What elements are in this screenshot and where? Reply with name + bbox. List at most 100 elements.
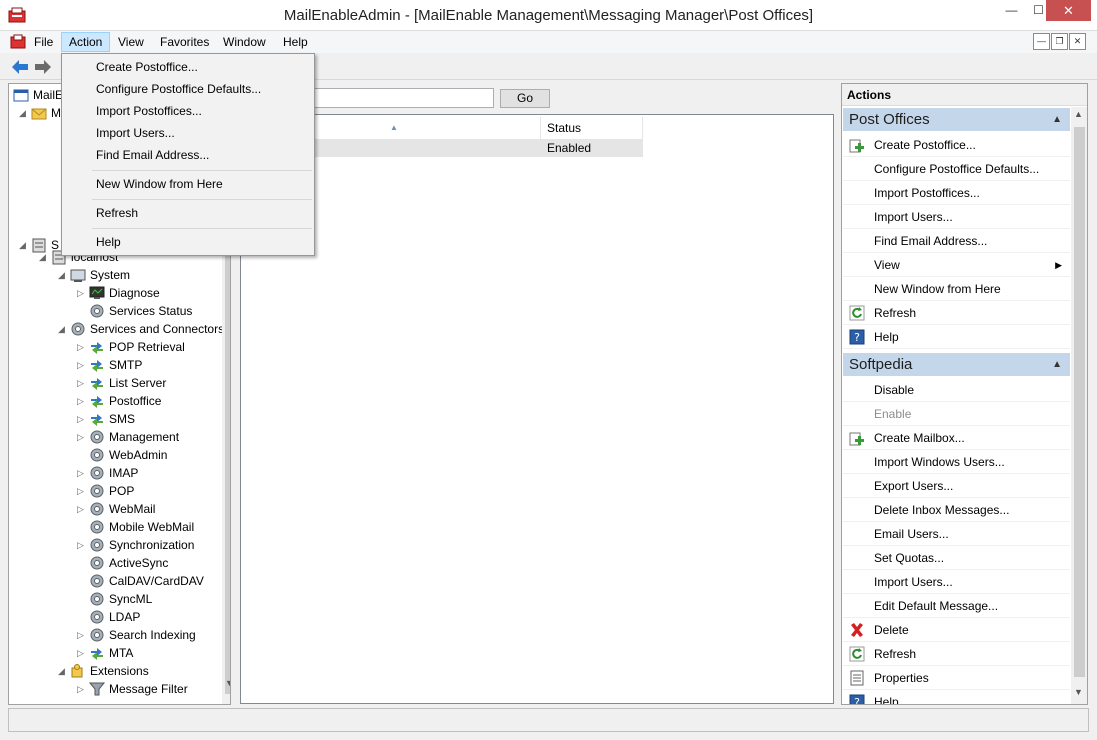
forward-arrow-icon[interactable] bbox=[33, 57, 53, 77]
search-input[interactable] bbox=[308, 88, 494, 108]
action-label: Create Mailbox... bbox=[874, 431, 965, 445]
collapse-icon[interactable]: ▲ bbox=[1052, 108, 1062, 131]
expander-icon[interactable]: ◢ bbox=[58, 320, 68, 338]
expander-icon[interactable]: ▷ bbox=[77, 644, 87, 662]
action-label: Email Users... bbox=[874, 527, 949, 541]
action-import-users[interactable]: Import Users... bbox=[843, 205, 1070, 229]
action-import-windows-users[interactable]: Import Windows Users... bbox=[843, 450, 1070, 474]
expander-icon[interactable]: ▷ bbox=[77, 410, 87, 428]
scroll-up-icon[interactable]: ▲ bbox=[1074, 109, 1083, 119]
expander-icon[interactable]: ▷ bbox=[77, 374, 87, 392]
gear-icon bbox=[90, 448, 104, 462]
scroll-down-icon[interactable]: ▼ bbox=[225, 678, 230, 688]
action-import-postoffices[interactable]: Import Postoffices... bbox=[843, 181, 1070, 205]
action-help[interactable]: ? Help bbox=[843, 325, 1070, 349]
menu-item-find-email[interactable]: Find Email Address... bbox=[64, 144, 312, 166]
expander-icon[interactable]: ▷ bbox=[77, 356, 87, 374]
cell-status: Enabled bbox=[547, 141, 592, 155]
mdi-restore-button[interactable]: ❐ bbox=[1051, 33, 1068, 50]
menu-item-new-window[interactable]: New Window from Here bbox=[64, 173, 312, 195]
expander-icon[interactable]: ▷ bbox=[77, 500, 87, 518]
menu-item-create-postoffice[interactable]: Create Postoffice... bbox=[64, 56, 312, 78]
action-new-window-from-here[interactable]: New Window from Here bbox=[843, 277, 1070, 301]
tree-scroll-thumb[interactable] bbox=[225, 244, 230, 694]
action-find-email-address[interactable]: Find Email Address... bbox=[843, 229, 1070, 253]
action-disable[interactable]: Disable bbox=[843, 378, 1070, 402]
gear-icon bbox=[90, 304, 104, 318]
section-header-softpedia[interactable]: Softpedia ▲ bbox=[843, 353, 1070, 376]
actions-scrollbar[interactable]: ▲ ▼ bbox=[1071, 107, 1087, 704]
expander-icon[interactable]: ▷ bbox=[77, 626, 87, 644]
menu-view[interactable]: View bbox=[111, 32, 151, 52]
refresh-icon bbox=[849, 646, 865, 662]
action-label: Help bbox=[874, 330, 899, 344]
section-header-post-offices[interactable]: Post Offices ▲ bbox=[843, 108, 1070, 131]
menu-help[interactable]: Help bbox=[276, 32, 315, 52]
action-label: Configure Postoffice Defaults... bbox=[874, 162, 1040, 176]
expander-icon[interactable]: ◢ bbox=[39, 248, 49, 266]
action-view[interactable]: View ▶ bbox=[843, 253, 1070, 277]
scroll-down-icon[interactable]: ▼ bbox=[1074, 687, 1083, 697]
action-edit-default-message[interactable]: Edit Default Message... bbox=[843, 594, 1070, 618]
column-header-status[interactable]: Status bbox=[541, 117, 643, 139]
action-refresh[interactable]: Refresh bbox=[843, 301, 1070, 325]
menu-action[interactable]: Action bbox=[61, 32, 111, 52]
filter-icon bbox=[89, 682, 105, 696]
menu-item-refresh[interactable]: Refresh bbox=[64, 202, 312, 224]
action-configure-postoffice-defaults[interactable]: Configure Postoffice Defaults... bbox=[843, 157, 1070, 181]
action-import-users[interactable]: Import Users... bbox=[843, 570, 1070, 594]
back-arrow-icon[interactable] bbox=[10, 57, 30, 77]
menu-file[interactable]: File bbox=[27, 32, 60, 52]
expander-icon[interactable]: ▷ bbox=[77, 482, 87, 500]
action-email-users[interactable]: Email Users... bbox=[843, 522, 1070, 546]
gear-icon bbox=[90, 556, 104, 570]
tree-item-label: Services Status bbox=[109, 304, 193, 318]
connector-arrows-icon bbox=[91, 648, 103, 660]
system-menu-icon[interactable] bbox=[9, 33, 27, 51]
action-label: Set Quotas... bbox=[874, 551, 945, 565]
close-button[interactable]: ✕ bbox=[1046, 0, 1091, 21]
action-label: Import Postoffices... bbox=[874, 186, 980, 200]
gear-icon bbox=[90, 592, 104, 606]
gear-icon bbox=[71, 322, 85, 336]
console-icon bbox=[13, 89, 29, 102]
expander-icon[interactable]: ▷ bbox=[77, 428, 87, 446]
action-help[interactable]: ? Help bbox=[843, 690, 1070, 704]
gear-icon bbox=[90, 430, 104, 444]
action-properties[interactable]: Properties bbox=[843, 666, 1070, 690]
menu-item-import-postoffices[interactable]: Import Postoffices... bbox=[64, 100, 312, 122]
action-delete[interactable]: Delete bbox=[843, 618, 1070, 642]
mdi-minimize-button[interactable]: — bbox=[1033, 33, 1050, 50]
action-export-users[interactable]: Export Users... bbox=[843, 474, 1070, 498]
action-refresh[interactable]: Refresh bbox=[843, 642, 1070, 666]
actions-scroll-thumb[interactable] bbox=[1074, 127, 1085, 677]
menu-favorites[interactable]: Favorites bbox=[153, 32, 216, 52]
expander-icon[interactable]: ◢ bbox=[58, 266, 68, 284]
expander-icon[interactable]: ▷ bbox=[77, 464, 87, 482]
tree-item-label: POP bbox=[109, 484, 135, 498]
minimize-button[interactable]: — bbox=[998, 0, 1025, 21]
action-create-mailbox[interactable]: Create Mailbox... bbox=[843, 426, 1070, 450]
postoffice-list[interactable]: ▲ Status Enabled bbox=[240, 114, 834, 704]
expander-icon[interactable]: ▷ bbox=[77, 338, 87, 356]
menu-item-configure-defaults[interactable]: Configure Postoffice Defaults... bbox=[64, 78, 312, 100]
expander-icon[interactable]: ▷ bbox=[77, 392, 87, 410]
mdi-close-button[interactable]: ✕ bbox=[1069, 33, 1086, 50]
action-set-quotas[interactable]: Set Quotas... bbox=[843, 546, 1070, 570]
connector-arrows-icon bbox=[91, 414, 103, 426]
expander-icon[interactable]: ▷ bbox=[77, 680, 87, 698]
collapse-icon[interactable]: ▲ bbox=[1052, 353, 1062, 376]
menu-item-help[interactable]: Help bbox=[64, 231, 312, 253]
expander-icon[interactable]: ▷ bbox=[77, 536, 87, 554]
help-icon: ? bbox=[849, 329, 865, 345]
connector-arrows-icon bbox=[91, 396, 103, 408]
go-button[interactable]: Go bbox=[500, 89, 550, 108]
expander-icon[interactable]: ◢ bbox=[58, 662, 68, 680]
add-icon bbox=[849, 139, 864, 153]
expander-icon[interactable]: ▷ bbox=[77, 284, 87, 302]
action-create-postoffice[interactable]: Create Postoffice... bbox=[843, 133, 1070, 157]
menu-window[interactable]: Window bbox=[216, 32, 273, 52]
menu-item-import-users[interactable]: Import Users... bbox=[64, 122, 312, 144]
tree-item-label: System bbox=[90, 268, 131, 282]
action-delete-inbox-messages[interactable]: Delete Inbox Messages... bbox=[843, 498, 1070, 522]
